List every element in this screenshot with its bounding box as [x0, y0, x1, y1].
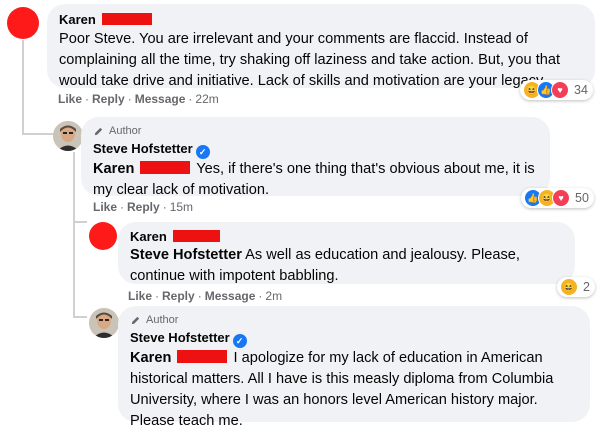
- comment-actions: Like · Reply · 15m: [93, 200, 194, 214]
- redaction-bar: [140, 161, 191, 174]
- comment-author[interactable]: Karen: [59, 11, 583, 28]
- comment-text: Karen Yes, if there's one thing that's o…: [93, 161, 535, 198]
- reaction-summary[interactable]: 👍 😆 ♥ 50: [521, 188, 594, 208]
- comment-text: Karen I apologize for my lack of educati…: [130, 350, 554, 429]
- love-reaction-icon: ♥: [552, 189, 570, 207]
- redaction-bar: [177, 350, 228, 363]
- reaction-summary[interactable]: 😆 👍 ♥ 34: [520, 80, 593, 100]
- like-button[interactable]: Like: [58, 92, 82, 106]
- mention-tag[interactable]: Karen: [93, 161, 134, 177]
- avatar[interactable]: [53, 121, 83, 151]
- like-button[interactable]: Like: [93, 200, 117, 214]
- pencil-icon: [94, 127, 103, 135]
- thread-line: [73, 222, 75, 317]
- reaction-count: 50: [575, 191, 589, 205]
- comment-actions: Like · Reply · Message · 22m: [58, 92, 219, 106]
- reaction-count: 2: [583, 280, 590, 294]
- reply-button[interactable]: Reply: [127, 200, 160, 214]
- timestamp[interactable]: 22m: [195, 92, 218, 106]
- haha-reaction-icon: 😆: [560, 278, 578, 296]
- thread-line: [22, 40, 24, 135]
- pencil-icon: [131, 316, 140, 324]
- author-badge: Author: [93, 124, 538, 138]
- reaction-summary[interactable]: 😆 2: [557, 277, 595, 297]
- verified-badge-icon: ✓: [195, 145, 210, 159]
- message-button[interactable]: Message: [205, 289, 256, 303]
- love-reaction-icon: ♥: [551, 81, 569, 99]
- comment-bubble: Karen Poor Steve. You are irrelevant and…: [47, 4, 595, 89]
- comment-text: Poor Steve. You are irrelevant and your …: [59, 31, 561, 89]
- message-button[interactable]: Message: [135, 92, 186, 106]
- thread-line: [73, 152, 75, 222]
- reply-button[interactable]: Reply: [162, 289, 195, 303]
- comment-bubble: Author Steve Hofstetter ✓ Karen Yes, if t…: [81, 117, 550, 198]
- mention-tag[interactable]: Steve Hofstetter: [130, 247, 242, 263]
- like-button[interactable]: Like: [128, 289, 152, 303]
- avatar[interactable]: [7, 7, 39, 39]
- verified-badge-icon: ✓: [232, 334, 247, 348]
- redaction-bar: [173, 230, 221, 242]
- timestamp[interactable]: 15m: [170, 200, 193, 214]
- avatar[interactable]: [89, 222, 117, 250]
- author-badge: Author: [130, 313, 578, 327]
- redaction-bar: [102, 13, 153, 25]
- thread-line: [73, 221, 87, 223]
- comment-text: Steve Hofstetter As well as education an…: [130, 247, 520, 284]
- comment-bubble: Karen Steve Hofstetter As well as educat…: [118, 222, 575, 284]
- comment-bubble: Author Steve Hofstetter ✓ Karen I apologi…: [118, 306, 590, 429]
- reply-button[interactable]: Reply: [92, 92, 125, 106]
- reaction-count: 34: [574, 83, 588, 97]
- avatar[interactable]: [89, 308, 119, 338]
- mention-tag[interactable]: Karen: [130, 350, 171, 366]
- thread-line: [73, 316, 87, 318]
- timestamp[interactable]: 2m: [265, 289, 282, 303]
- comment-author[interactable]: Steve Hofstetter ✓: [93, 140, 538, 159]
- comment-author[interactable]: Karen: [130, 228, 563, 245]
- comment-actions: Like · Reply · Message · 2m: [128, 289, 283, 303]
- comment-author[interactable]: Steve Hofstetter ✓: [130, 329, 578, 348]
